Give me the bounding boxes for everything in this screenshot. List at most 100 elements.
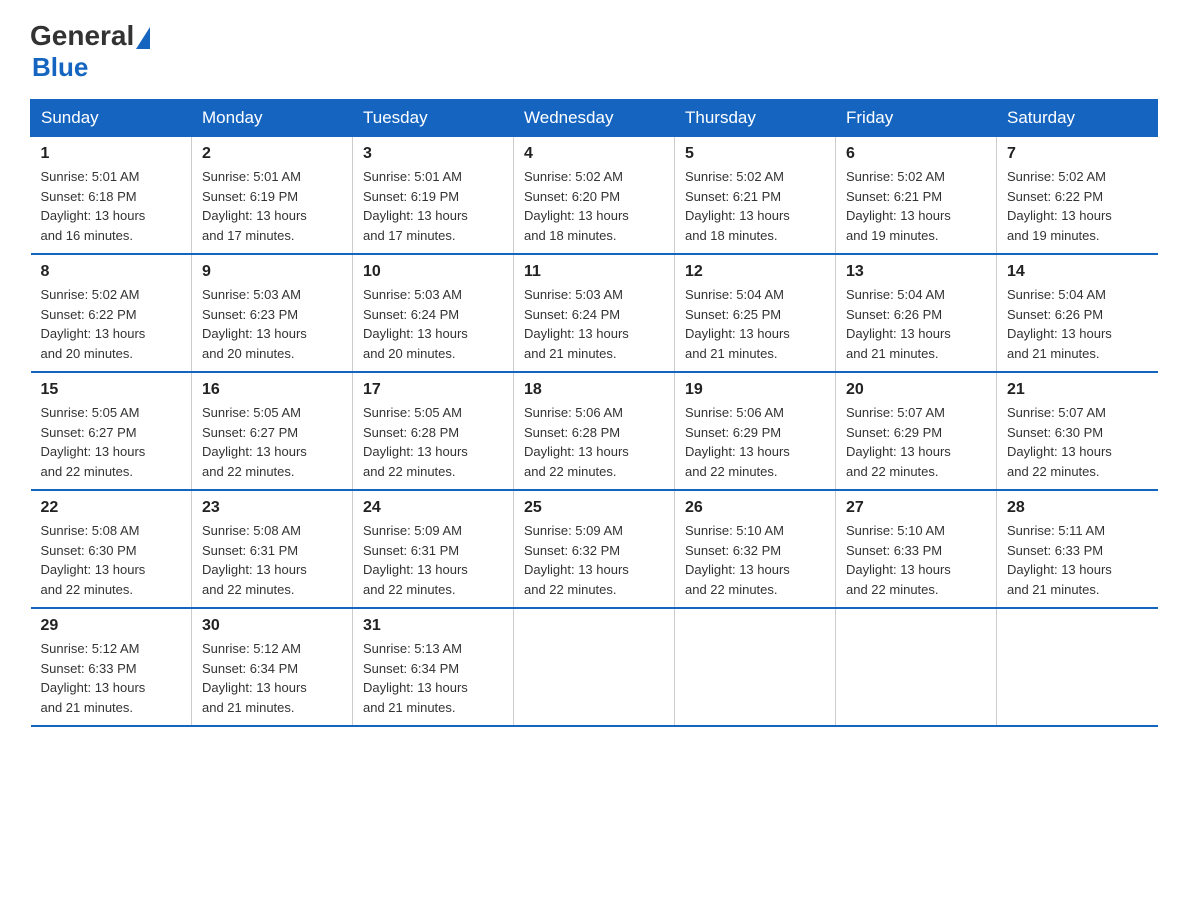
day-info: Sunrise: 5:02 AMSunset: 6:21 PMDaylight:… <box>685 169 790 243</box>
day-info: Sunrise: 5:02 AMSunset: 6:21 PMDaylight:… <box>846 169 951 243</box>
day-number: 4 <box>524 145 664 163</box>
calendar-cell: 16 Sunrise: 5:05 AMSunset: 6:27 PMDaylig… <box>192 372 353 490</box>
day-info: Sunrise: 5:04 AMSunset: 6:26 PMDaylight:… <box>846 287 951 361</box>
day-number: 31 <box>363 617 503 635</box>
day-info: Sunrise: 5:05 AMSunset: 6:27 PMDaylight:… <box>202 405 307 479</box>
page-header: General Blue <box>30 20 1158 83</box>
calendar-cell: 26 Sunrise: 5:10 AMSunset: 6:32 PMDaylig… <box>675 490 836 608</box>
calendar-cell: 30 Sunrise: 5:12 AMSunset: 6:34 PMDaylig… <box>192 608 353 726</box>
calendar-cell: 29 Sunrise: 5:12 AMSunset: 6:33 PMDaylig… <box>31 608 192 726</box>
day-info: Sunrise: 5:08 AMSunset: 6:30 PMDaylight:… <box>41 523 146 597</box>
calendar-cell: 27 Sunrise: 5:10 AMSunset: 6:33 PMDaylig… <box>836 490 997 608</box>
calendar-cell: 6 Sunrise: 5:02 AMSunset: 6:21 PMDayligh… <box>836 137 997 255</box>
weekday-header-wednesday: Wednesday <box>514 100 675 137</box>
day-number: 8 <box>41 263 182 281</box>
logo-blue-text: Blue <box>32 52 88 82</box>
calendar-cell: 2 Sunrise: 5:01 AMSunset: 6:19 PMDayligh… <box>192 137 353 255</box>
day-number: 16 <box>202 381 342 399</box>
calendar-cell: 18 Sunrise: 5:06 AMSunset: 6:28 PMDaylig… <box>514 372 675 490</box>
day-number: 20 <box>846 381 986 399</box>
week-row-2: 8 Sunrise: 5:02 AMSunset: 6:22 PMDayligh… <box>31 254 1158 372</box>
day-number: 14 <box>1007 263 1148 281</box>
calendar-cell: 9 Sunrise: 5:03 AMSunset: 6:23 PMDayligh… <box>192 254 353 372</box>
weekday-header-row: SundayMondayTuesdayWednesdayThursdayFrid… <box>31 100 1158 137</box>
weekday-header-thursday: Thursday <box>675 100 836 137</box>
day-info: Sunrise: 5:02 AMSunset: 6:22 PMDaylight:… <box>1007 169 1112 243</box>
calendar-cell: 22 Sunrise: 5:08 AMSunset: 6:30 PMDaylig… <box>31 490 192 608</box>
day-number: 29 <box>41 617 182 635</box>
calendar-cell <box>514 608 675 726</box>
day-info: Sunrise: 5:03 AMSunset: 6:23 PMDaylight:… <box>202 287 307 361</box>
day-info: Sunrise: 5:03 AMSunset: 6:24 PMDaylight:… <box>524 287 629 361</box>
day-number: 9 <box>202 263 342 281</box>
day-number: 26 <box>685 499 825 517</box>
day-info: Sunrise: 5:12 AMSunset: 6:34 PMDaylight:… <box>202 641 307 715</box>
day-number: 28 <box>1007 499 1148 517</box>
calendar-cell: 25 Sunrise: 5:09 AMSunset: 6:32 PMDaylig… <box>514 490 675 608</box>
day-number: 12 <box>685 263 825 281</box>
weekday-header-saturday: Saturday <box>997 100 1158 137</box>
day-number: 22 <box>41 499 182 517</box>
calendar-cell <box>836 608 997 726</box>
logo-general-text: General <box>30 20 134 52</box>
calendar-table: SundayMondayTuesdayWednesdayThursdayFrid… <box>30 99 1158 727</box>
day-info: Sunrise: 5:11 AMSunset: 6:33 PMDaylight:… <box>1007 523 1112 597</box>
calendar-cell: 24 Sunrise: 5:09 AMSunset: 6:31 PMDaylig… <box>353 490 514 608</box>
day-info: Sunrise: 5:07 AMSunset: 6:30 PMDaylight:… <box>1007 405 1112 479</box>
week-row-4: 22 Sunrise: 5:08 AMSunset: 6:30 PMDaylig… <box>31 490 1158 608</box>
day-info: Sunrise: 5:03 AMSunset: 6:24 PMDaylight:… <box>363 287 468 361</box>
logo: General Blue <box>30 20 152 83</box>
day-number: 6 <box>846 145 986 163</box>
calendar-cell: 4 Sunrise: 5:02 AMSunset: 6:20 PMDayligh… <box>514 137 675 255</box>
day-info: Sunrise: 5:06 AMSunset: 6:29 PMDaylight:… <box>685 405 790 479</box>
day-number: 15 <box>41 381 182 399</box>
calendar-cell: 11 Sunrise: 5:03 AMSunset: 6:24 PMDaylig… <box>514 254 675 372</box>
day-info: Sunrise: 5:05 AMSunset: 6:28 PMDaylight:… <box>363 405 468 479</box>
day-number: 3 <box>363 145 503 163</box>
day-info: Sunrise: 5:12 AMSunset: 6:33 PMDaylight:… <box>41 641 146 715</box>
weekday-header-monday: Monday <box>192 100 353 137</box>
calendar-cell: 1 Sunrise: 5:01 AMSunset: 6:18 PMDayligh… <box>31 137 192 255</box>
calendar-cell: 5 Sunrise: 5:02 AMSunset: 6:21 PMDayligh… <box>675 137 836 255</box>
calendar-cell: 3 Sunrise: 5:01 AMSunset: 6:19 PMDayligh… <box>353 137 514 255</box>
calendar-cell: 8 Sunrise: 5:02 AMSunset: 6:22 PMDayligh… <box>31 254 192 372</box>
day-number: 11 <box>524 263 664 281</box>
day-number: 30 <box>202 617 342 635</box>
calendar-cell: 20 Sunrise: 5:07 AMSunset: 6:29 PMDaylig… <box>836 372 997 490</box>
day-info: Sunrise: 5:13 AMSunset: 6:34 PMDaylight:… <box>363 641 468 715</box>
weekday-header-friday: Friday <box>836 100 997 137</box>
day-info: Sunrise: 5:01 AMSunset: 6:19 PMDaylight:… <box>363 169 468 243</box>
day-number: 1 <box>41 145 182 163</box>
day-number: 2 <box>202 145 342 163</box>
calendar-cell: 17 Sunrise: 5:05 AMSunset: 6:28 PMDaylig… <box>353 372 514 490</box>
day-number: 23 <box>202 499 342 517</box>
calendar-cell: 28 Sunrise: 5:11 AMSunset: 6:33 PMDaylig… <box>997 490 1158 608</box>
calendar-cell: 21 Sunrise: 5:07 AMSunset: 6:30 PMDaylig… <box>997 372 1158 490</box>
calendar-cell: 13 Sunrise: 5:04 AMSunset: 6:26 PMDaylig… <box>836 254 997 372</box>
day-info: Sunrise: 5:09 AMSunset: 6:32 PMDaylight:… <box>524 523 629 597</box>
day-info: Sunrise: 5:08 AMSunset: 6:31 PMDaylight:… <box>202 523 307 597</box>
day-number: 18 <box>524 381 664 399</box>
day-number: 13 <box>846 263 986 281</box>
day-info: Sunrise: 5:07 AMSunset: 6:29 PMDaylight:… <box>846 405 951 479</box>
week-row-5: 29 Sunrise: 5:12 AMSunset: 6:33 PMDaylig… <box>31 608 1158 726</box>
day-number: 27 <box>846 499 986 517</box>
day-number: 7 <box>1007 145 1148 163</box>
calendar-cell: 12 Sunrise: 5:04 AMSunset: 6:25 PMDaylig… <box>675 254 836 372</box>
day-number: 25 <box>524 499 664 517</box>
calendar-cell: 10 Sunrise: 5:03 AMSunset: 6:24 PMDaylig… <box>353 254 514 372</box>
calendar-cell <box>997 608 1158 726</box>
weekday-header-tuesday: Tuesday <box>353 100 514 137</box>
calendar-cell: 15 Sunrise: 5:05 AMSunset: 6:27 PMDaylig… <box>31 372 192 490</box>
logo-triangle-icon <box>136 27 150 49</box>
day-info: Sunrise: 5:02 AMSunset: 6:20 PMDaylight:… <box>524 169 629 243</box>
day-info: Sunrise: 5:10 AMSunset: 6:32 PMDaylight:… <box>685 523 790 597</box>
day-info: Sunrise: 5:09 AMSunset: 6:31 PMDaylight:… <box>363 523 468 597</box>
day-info: Sunrise: 5:05 AMSunset: 6:27 PMDaylight:… <box>41 405 146 479</box>
weekday-header-sunday: Sunday <box>31 100 192 137</box>
day-info: Sunrise: 5:02 AMSunset: 6:22 PMDaylight:… <box>41 287 146 361</box>
day-number: 10 <box>363 263 503 281</box>
day-number: 5 <box>685 145 825 163</box>
day-info: Sunrise: 5:04 AMSunset: 6:25 PMDaylight:… <box>685 287 790 361</box>
calendar-cell <box>675 608 836 726</box>
